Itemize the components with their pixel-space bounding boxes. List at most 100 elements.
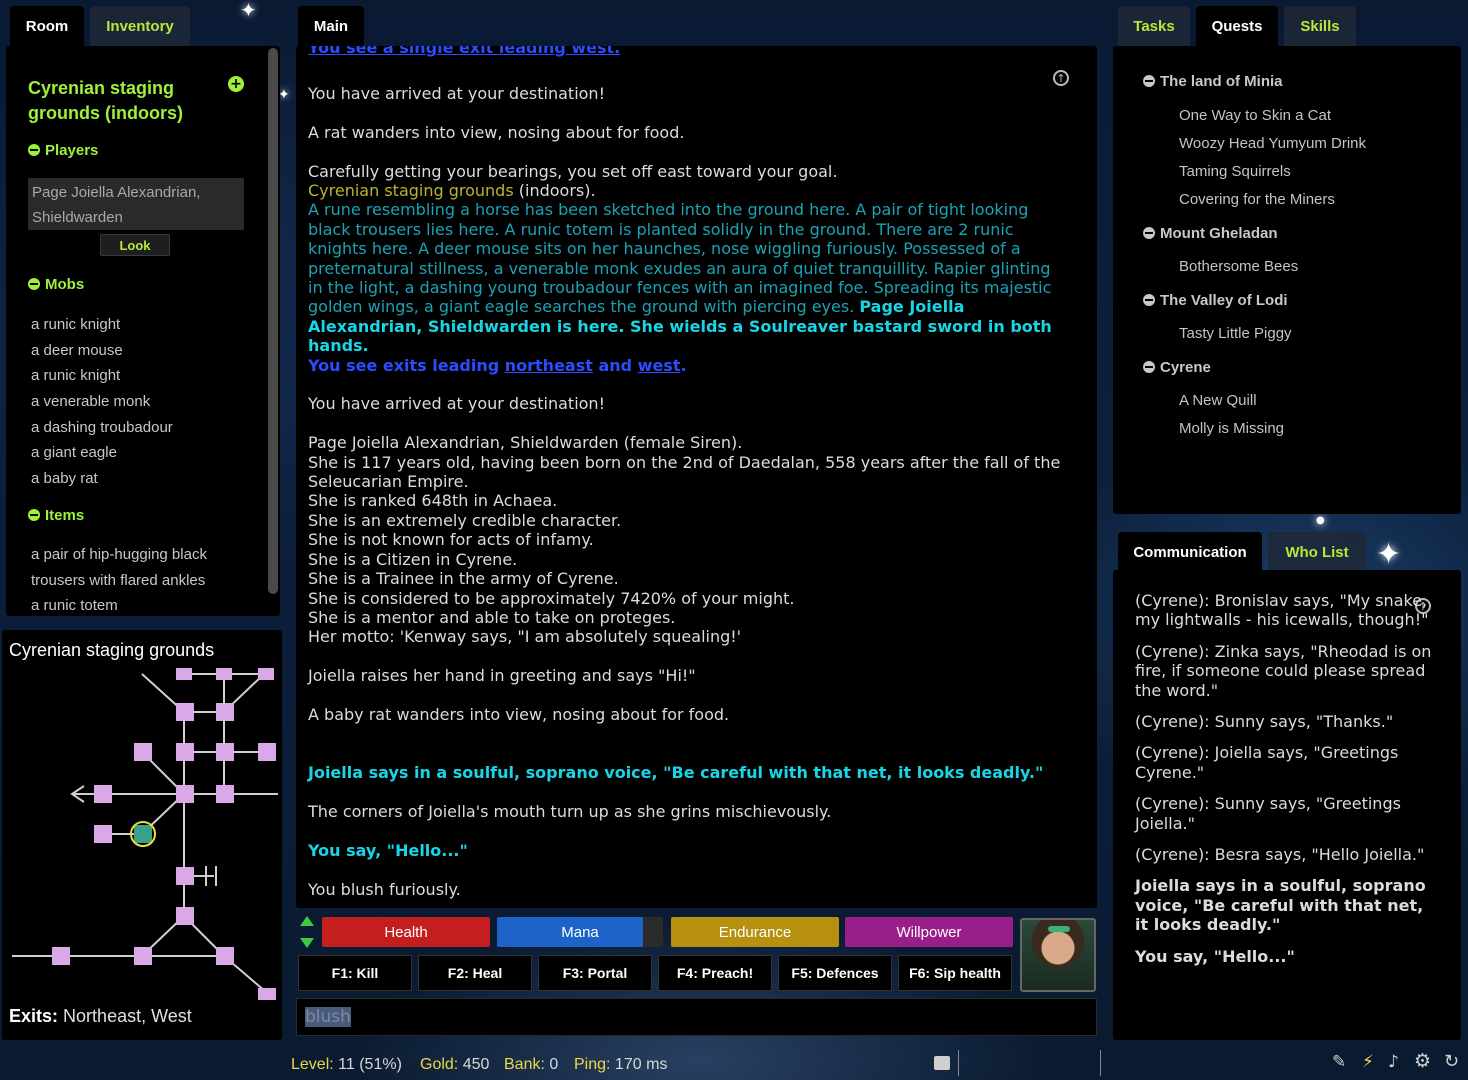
quest-item[interactable]: A New Quill bbox=[1179, 392, 1257, 409]
collapse-icon bbox=[28, 509, 40, 521]
room-name[interactable]: Cyrenian staging grounds bbox=[308, 181, 514, 200]
mob-item[interactable]: a giant eagle bbox=[31, 440, 261, 466]
main-output: You see a single exit leading west. ↑ Yo… bbox=[296, 46, 1097, 908]
collapse-icon bbox=[1143, 294, 1155, 306]
quest-item[interactable]: Woozy Head Yumyum Drink bbox=[1179, 135, 1366, 152]
room-indoors: (indoors). bbox=[513, 181, 596, 200]
status-level: Level: 11 (51%) bbox=[291, 1056, 402, 1073]
quest-item[interactable]: Tasty Little Piggy bbox=[1179, 325, 1292, 342]
tab-room[interactable]: Room bbox=[10, 6, 84, 46]
vitals-toggle-icon[interactable] bbox=[298, 914, 316, 950]
tab-who-list[interactable]: Who List bbox=[1268, 532, 1366, 572]
comm-log: (Cyrene): Bronislav says, "My snake, my … bbox=[1135, 591, 1435, 978]
area-map[interactable] bbox=[2, 630, 282, 1040]
tab-skills[interactable]: Skills bbox=[1284, 6, 1356, 46]
quest-item[interactable]: Taming Squirrels bbox=[1179, 163, 1291, 180]
reload-icon[interactable]: ↻ bbox=[1444, 1053, 1459, 1071]
quest-region-cyrene[interactable]: Cyrene bbox=[1143, 359, 1211, 376]
mob-item[interactable]: a deer mouse bbox=[31, 338, 261, 364]
room-scrollbar[interactable] bbox=[268, 48, 278, 594]
room-item[interactable]: a runic totem bbox=[31, 593, 231, 619]
room-item[interactable]: a pair of hip-hugging black trousers wit… bbox=[31, 542, 231, 593]
edit-icon[interactable]: ✎ bbox=[1332, 1054, 1346, 1071]
mob-item[interactable]: a runic knight bbox=[31, 312, 261, 338]
mob-item[interactable]: a runic knight bbox=[31, 363, 261, 389]
collapse-icon bbox=[1143, 361, 1155, 373]
items-heading[interactable]: Items bbox=[28, 507, 84, 524]
mobs-list: a runic knight a deer mouse a runic knig… bbox=[31, 312, 261, 492]
output-line: A baby rat wanders into view, nosing abo… bbox=[308, 704, 730, 724]
status-bank: Bank: 0 bbox=[504, 1056, 559, 1073]
look-button[interactable]: Look bbox=[100, 234, 170, 256]
who-line: She is not known for acts of infamy. bbox=[308, 530, 594, 550]
sound-icon[interactable]: ♪ bbox=[1388, 1054, 1399, 1071]
exit-west-link[interactable]: west bbox=[638, 356, 681, 375]
map-panel: Cyrenian staging grounds Exits: Northeas… bbox=[2, 630, 282, 1040]
comm-line: (Cyrene): Besra says, "Hello Joiella." bbox=[1135, 845, 1425, 865]
items-list: a pair of hip-hugging black trousers wit… bbox=[31, 542, 231, 619]
quest-region-minia[interactable]: The land of Minia bbox=[1143, 73, 1283, 90]
exits-value: Northeast, West bbox=[63, 1006, 192, 1026]
f3-portal-button[interactable]: F3: Portal bbox=[538, 955, 652, 991]
mobs-heading[interactable]: Mobs bbox=[28, 276, 84, 293]
communication-panel: ↑ (Cyrene): Bronislav says, "My snake, m… bbox=[1113, 570, 1461, 1040]
cut-line: You see a single exit leading west. bbox=[308, 46, 621, 57]
room-title: Cyrenian staging grounds (indoors) bbox=[28, 78, 183, 123]
command-input[interactable]: blush bbox=[296, 998, 1097, 1036]
divider bbox=[958, 1050, 959, 1076]
collapse-icon bbox=[28, 144, 40, 156]
who-line: She is a mentor and able to take on prot… bbox=[308, 607, 676, 627]
star-decoration: ✦ bbox=[240, 0, 257, 22]
comm-line: (Cyrene): Sunny says, "Thanks." bbox=[1135, 712, 1394, 732]
quest-region-lodi[interactable]: The Valley of Lodi bbox=[1143, 292, 1288, 309]
book-icon[interactable] bbox=[934, 1056, 950, 1070]
lightning-icon[interactable]: ⚡ bbox=[1362, 1054, 1374, 1071]
avatar-crown-icon bbox=[1048, 926, 1070, 932]
tab-inventory[interactable]: Inventory bbox=[90, 6, 190, 46]
players-heading[interactable]: Players bbox=[28, 142, 98, 159]
player-entry[interactable]: Page Joiella Alexandrian, Shieldwarden bbox=[28, 178, 244, 230]
tab-quests[interactable]: Quests bbox=[1196, 6, 1278, 46]
output-line: A rat wanders into view, nosing about fo… bbox=[308, 122, 685, 142]
who-line: She is 117 years old, having been born o… bbox=[308, 452, 1061, 492]
tab-tasks[interactable]: Tasks bbox=[1118, 6, 1190, 46]
output-line: You blush furiously. bbox=[308, 879, 461, 899]
room-description: A rune resembling a horse has been sketc… bbox=[308, 200, 1070, 355]
who-line: She is a Trainee in the army of Cyrene. bbox=[308, 569, 619, 589]
room-name-line: Cyrenian staging grounds (indoors). bbox=[308, 181, 1070, 200]
mob-item[interactable]: a venerable monk bbox=[31, 389, 261, 415]
quest-item[interactable]: Covering for the Miners bbox=[1179, 191, 1335, 208]
star-decoration: ✦ bbox=[1376, 537, 1402, 572]
collapse-icon bbox=[1143, 227, 1155, 239]
avatar[interactable] bbox=[1020, 918, 1096, 992]
output-line: You have arrived at your destination! bbox=[308, 84, 605, 103]
f1-kill-button[interactable]: F1: Kill bbox=[298, 955, 412, 991]
tab-communication[interactable]: Communication bbox=[1118, 532, 1262, 572]
who-line: Page Joiella Alexandrian, Shieldwarden (… bbox=[308, 433, 743, 453]
expand-icon[interactable]: + bbox=[228, 76, 244, 92]
who-line: She is an extremely credible character. bbox=[308, 510, 622, 530]
quest-region-gheladan[interactable]: Mount Gheladan bbox=[1143, 225, 1278, 242]
exits-output: You see exits leading northeast and west… bbox=[308, 356, 1070, 375]
f6-sip-health-button[interactable]: F6: Sip health bbox=[898, 955, 1012, 991]
f2-heal-button[interactable]: F2: Heal bbox=[418, 955, 532, 991]
mob-item[interactable]: a dashing troubadour bbox=[31, 415, 261, 441]
mana-bar: Mana bbox=[497, 917, 663, 947]
exits-prefix: You see exits leading bbox=[308, 355, 505, 375]
tab-main[interactable]: Main bbox=[298, 6, 364, 46]
f4-preach-button[interactable]: F4: Preach! bbox=[658, 955, 772, 991]
mana-bar-label: Mana bbox=[561, 923, 599, 941]
f5-defences-button[interactable]: F5: Defences bbox=[778, 955, 892, 991]
output-line: You say, "Hello..." bbox=[308, 840, 468, 860]
quest-region-label: The Valley of Lodi bbox=[1160, 292, 1288, 309]
who-line: She is ranked 648th in Achaea. bbox=[308, 491, 558, 511]
settings-icon[interactable]: ⚙ bbox=[1414, 1052, 1431, 1071]
exits-line: Exits: Northeast, West bbox=[9, 1006, 192, 1027]
exit-northeast-link[interactable]: northeast bbox=[505, 356, 593, 375]
endurance-bar: Endurance bbox=[671, 917, 839, 947]
quest-item[interactable]: Bothersome Bees bbox=[1179, 258, 1298, 275]
mob-item[interactable]: a baby rat bbox=[31, 466, 261, 492]
quest-item[interactable]: One Way to Skin a Cat bbox=[1179, 107, 1331, 124]
collapse-icon bbox=[28, 278, 40, 290]
quest-item[interactable]: Molly is Missing bbox=[1179, 420, 1284, 437]
